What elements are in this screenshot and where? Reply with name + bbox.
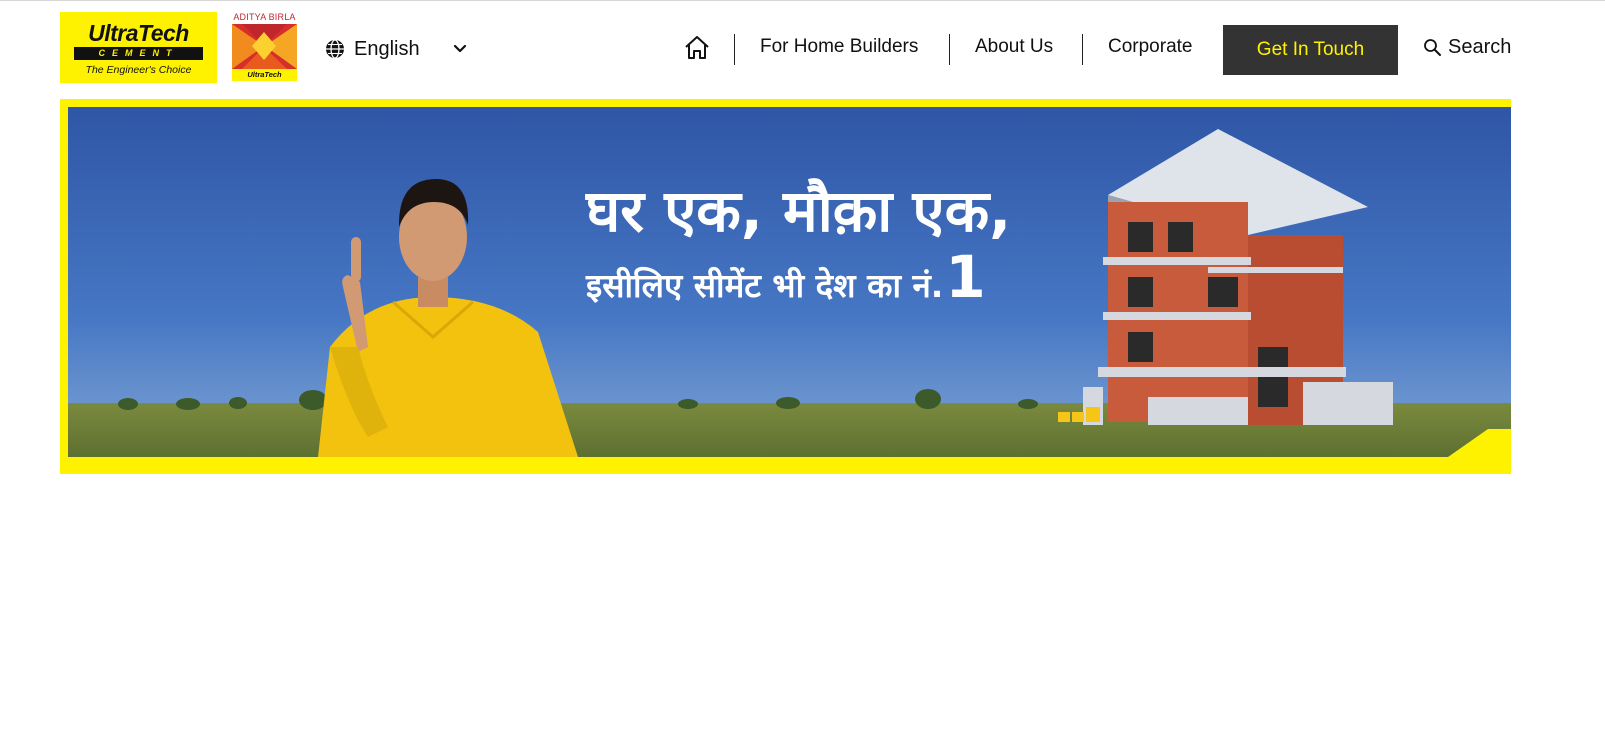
nav-separator <box>734 34 735 65</box>
get-in-touch-button[interactable]: Get In Touch <box>1223 25 1398 75</box>
logo-wordmark: UltraTech <box>88 20 189 46</box>
nav-separator <box>949 34 950 65</box>
ultratech-logo[interactable]: UltraTech CEMENT The Engineer's Choice <box>60 12 217 83</box>
nav-about-us[interactable]: About Us <box>975 36 1053 58</box>
language-selector[interactable]: English <box>325 36 467 62</box>
nav-separator <box>1082 34 1083 65</box>
search-label: Search <box>1448 36 1512 58</box>
globe-icon <box>326 39 344 59</box>
search-button[interactable]: Search <box>1423 36 1511 59</box>
headline-line-2-text: इसीलिए सीमेंट भी देश का नं. <box>586 266 944 305</box>
top-border <box>0 0 1605 1</box>
home-icon[interactable] <box>683 34 711 62</box>
nav-corporate[interactable]: Corporate <box>1108 36 1193 58</box>
language-label: English <box>354 37 420 60</box>
group-sub-label: UltraTech <box>232 69 297 81</box>
banner-scene: घर एक, मौक़ा एक, इसीलिए सीमेंट भी देश का… <box>68 107 1511 457</box>
group-name: ADITYA BIRLA <box>233 12 296 22</box>
search-icon <box>1424 39 1441 56</box>
headline-line-2: इसीलिए सीमेंट भी देश का नं.1 <box>586 248 1046 312</box>
logo-cement-bar: CEMENT <box>74 47 203 60</box>
banner-headline: घर एक, मौक़ा एक, इसीलिए सीमेंट भी देश का… <box>586 177 1046 312</box>
nav-for-home-builders[interactable]: For Home Builders <box>760 36 918 58</box>
logo-tagline: The Engineer's Choice <box>85 64 192 76</box>
headline-line-1: घर एक, मौक़ा एक, <box>586 177 1012 245</box>
chevron-down-icon[interactable] <box>452 41 468 57</box>
aditya-birla-logo[interactable]: ADITYA BIRLA UltraTech <box>230 12 299 81</box>
aditya-birla-emblem <box>232 24 297 69</box>
hero-banner[interactable]: घर एक, मौक़ा एक, इसीलिए सीमेंट भी देश का… <box>60 99 1511 474</box>
headline-number: 1 <box>945 243 986 311</box>
